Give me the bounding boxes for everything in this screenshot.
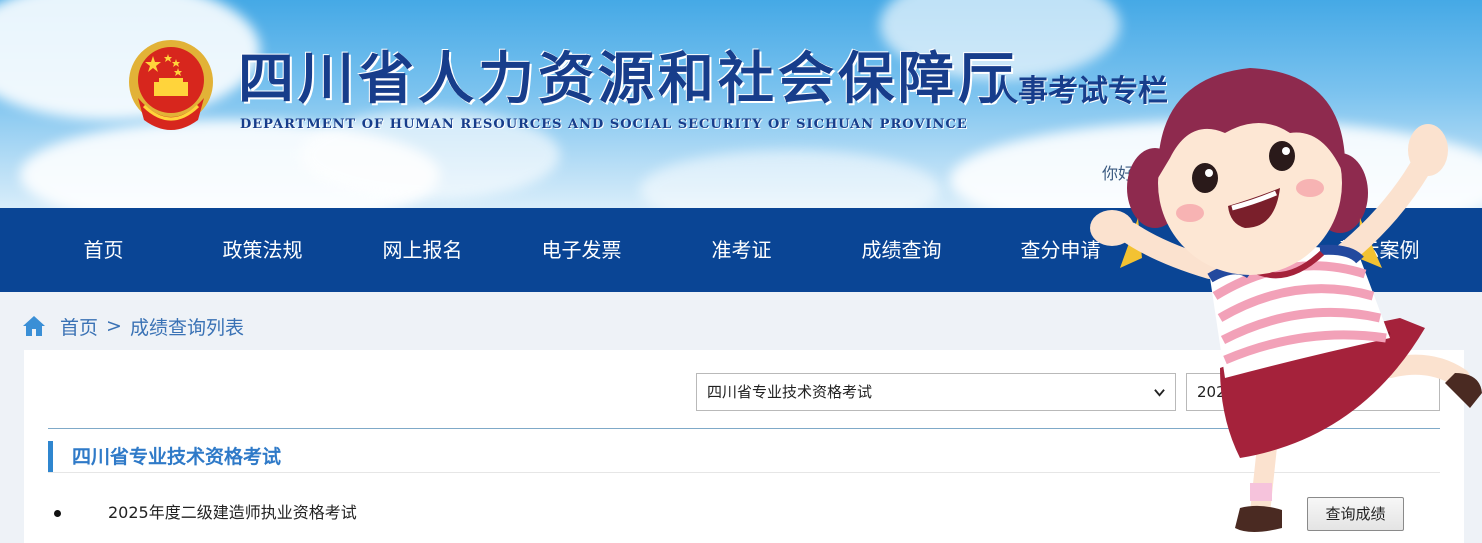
- exam-category-value: 四川省专业技术资格考试: [707, 383, 873, 401]
- nav-item-registration[interactable]: 网上报名: [343, 208, 502, 292]
- site-title: 四川省人力资源和社会保障厅: [238, 46, 1018, 112]
- nav-item-e-invoice[interactable]: 电子发票: [502, 208, 661, 292]
- nav-item-admission-ticket[interactable]: 准考证: [662, 208, 821, 292]
- site-title-english: DEPARTMENT OF HUMAN RESOURCES AND SOCIAL…: [240, 117, 968, 132]
- breadcrumb: 首页 > 成绩查询列表: [22, 312, 244, 340]
- nav-item-home[interactable]: 首页: [24, 208, 183, 292]
- nav-item-score-query[interactable]: 成绩查询: [822, 208, 981, 292]
- bullet-icon: [54, 510, 61, 517]
- breadcrumb-separator: >: [106, 315, 122, 337]
- section-accent-bar: [48, 441, 53, 472]
- cloud-decoration: [640, 150, 940, 208]
- section-title: 四川省专业技术资格考试: [72, 446, 282, 468]
- cartoon-girl-illustration: [1090, 68, 1482, 532]
- breadcrumb-current: 成绩查询列表: [129, 316, 244, 339]
- home-icon: [23, 316, 45, 336]
- breadcrumb-home-link[interactable]: 首页: [60, 313, 98, 340]
- national-emblem-icon: [129, 40, 213, 130]
- exam-name[interactable]: 2025年度二级建造师执业资格考试: [108, 499, 357, 523]
- nav-item-policy[interactable]: 政策法规: [183, 208, 342, 292]
